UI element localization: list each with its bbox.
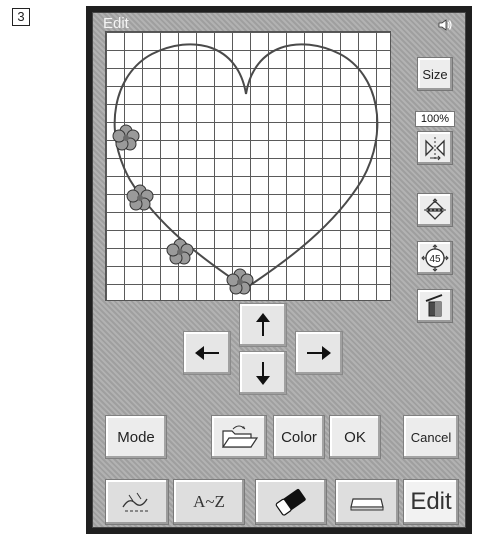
stitch-pattern-icon	[122, 492, 149, 512]
flower-3	[166, 238, 194, 265]
flower-2	[126, 184, 154, 211]
size-button-label: Size	[422, 66, 448, 82]
color-button-label: Color	[281, 428, 317, 446]
arrow-up-icon	[256, 313, 270, 336]
move-up-button[interactable]	[239, 303, 287, 347]
flip-vertical-button[interactable]	[417, 193, 453, 227]
size-button[interactable]: Size	[417, 57, 453, 91]
mode-button[interactable]: Mode	[105, 415, 167, 459]
arrow-left-icon	[195, 346, 219, 360]
cancel-button[interactable]: Cancel	[403, 415, 459, 459]
tab-eraser[interactable]	[255, 479, 327, 525]
screen-title: Edit	[103, 15, 129, 32]
open-folder-button[interactable]	[211, 415, 267, 459]
move-down-button[interactable]	[239, 351, 287, 395]
rotate-45-button[interactable]: 45	[417, 241, 453, 275]
flip-horizontal-button[interactable]	[417, 131, 453, 165]
lcd-screen: Edit Size 100% 45 Mode Color OK Cancel A…	[92, 12, 466, 528]
step-number: 3	[12, 8, 30, 26]
zoom-level: 100%	[415, 111, 455, 127]
tab-edit-label: Edit	[410, 488, 452, 515]
flip-vertical-icon	[424, 198, 446, 220]
heart-design	[112, 43, 379, 295]
color-button[interactable]: Color	[273, 415, 325, 459]
embroidery-canvas[interactable]	[105, 31, 391, 301]
ok-button-label: OK	[344, 428, 366, 446]
device-panel: Edit Size 100% 45 Mode Color OK Cancel A…	[86, 6, 472, 534]
flip-horizontal-icon	[425, 137, 445, 161]
embroidery-frame-icon	[350, 498, 384, 511]
move-right-button[interactable]	[295, 331, 343, 375]
rotate-45-icon: 45	[421, 244, 449, 272]
tab-embroidery-frame[interactable]	[335, 479, 399, 525]
flower-4	[226, 268, 254, 295]
arrow-right-icon	[307, 346, 331, 360]
arrow-down-icon	[256, 362, 270, 385]
ok-button[interactable]: OK	[329, 415, 381, 459]
flower-1	[112, 124, 140, 151]
heart-outline	[113, 43, 379, 290]
tab-alphabet[interactable]: A~Z	[173, 479, 245, 525]
eraser-icon	[275, 489, 306, 516]
open-folder-icon	[221, 425, 259, 448]
tab-stitch-pattern[interactable]	[105, 479, 169, 525]
mode-button-label: Mode	[117, 428, 155, 446]
delete-button[interactable]	[417, 289, 453, 323]
cancel-button-label: Cancel	[410, 429, 452, 445]
trash-icon	[425, 294, 443, 317]
move-left-button[interactable]	[183, 331, 231, 375]
speaker-icon[interactable]	[437, 17, 453, 33]
svg-text:45: 45	[429, 254, 441, 265]
tab-edit[interactable]: Edit	[403, 479, 459, 525]
tab-alphabet-label: A~Z	[193, 492, 225, 511]
